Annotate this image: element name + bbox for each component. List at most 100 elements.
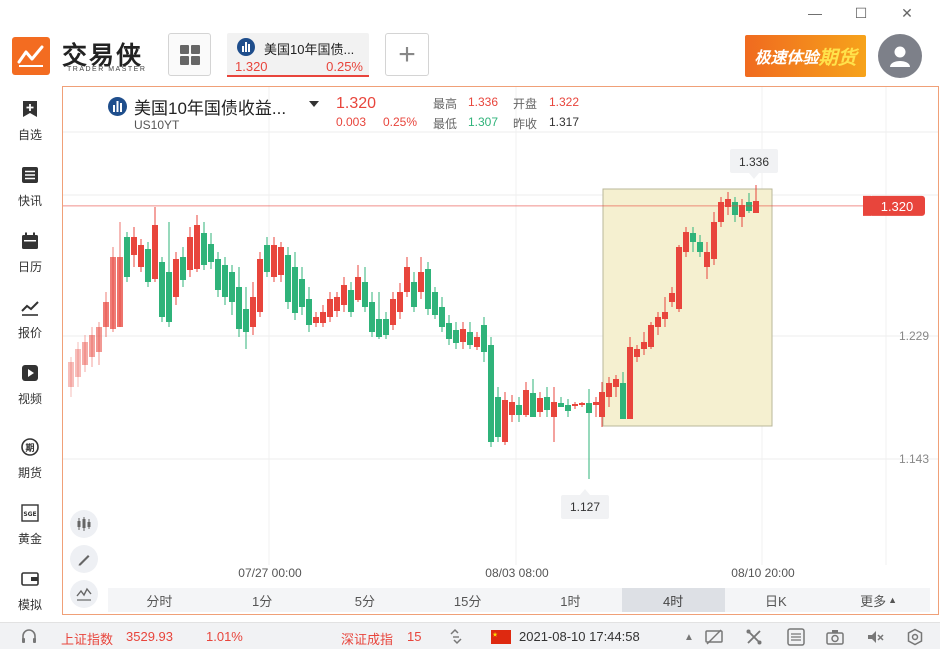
open-value: 1.322 <box>549 95 580 109</box>
period-bar: 分时 1分 5分 15分 1时 4时 日K 更多 ▲ <box>108 588 930 612</box>
low-marker-label: 1.127 <box>570 500 600 514</box>
sge-icon: SGE <box>21 504 39 522</box>
promo-text-b: 期货 <box>818 47 857 69</box>
candle-body <box>516 405 522 415</box>
candle-body <box>565 405 571 411</box>
list-icon <box>21 166 39 184</box>
period-timeshare[interactable]: 分时 <box>108 588 211 612</box>
camera-icon[interactable] <box>826 628 844 646</box>
candle-body <box>306 299 312 325</box>
symbol-dropdown-icon[interactable] <box>309 101 319 107</box>
period-5m[interactable]: 5分 <box>314 588 417 612</box>
close-button[interactable]: ✕ <box>884 4 930 22</box>
period-15m[interactable]: 15分 <box>416 588 519 612</box>
headset-icon[interactable] <box>20 628 38 646</box>
candle-body <box>215 259 221 290</box>
user-avatar[interactable] <box>878 34 922 78</box>
candle-body <box>704 252 710 267</box>
candle-body <box>425 269 431 309</box>
candle-body <box>586 403 592 413</box>
period-more-label: 更多 <box>860 593 887 609</box>
candle-body <box>523 390 529 415</box>
candle-body <box>82 342 88 365</box>
candle-body <box>732 202 738 215</box>
screen-icon[interactable] <box>705 628 723 646</box>
candle-body <box>634 349 640 357</box>
sidebar-item-gold[interactable]: SGE 黄金 <box>0 504 60 547</box>
index1-name: 上证指数 <box>61 632 114 647</box>
candle-body <box>530 393 536 417</box>
indicator-icon <box>76 587 92 601</box>
futures-icon: 期 <box>21 438 39 456</box>
candle-body <box>124 237 130 277</box>
caret-up-icon: ▲ <box>888 595 898 605</box>
candle-body <box>299 279 305 307</box>
sidebar-item-label: 自选 <box>17 128 42 142</box>
symbol-code: US10YT <box>134 118 180 132</box>
sidebar-item-news[interactable]: 快讯 <box>0 166 60 209</box>
sidebar-item-label: 快讯 <box>17 194 42 208</box>
x-tick-label: 07/27 00:00 <box>238 566 302 580</box>
candle-body <box>250 297 256 327</box>
bond-icon <box>237 38 255 56</box>
play-icon <box>21 364 39 382</box>
tab-us10y[interactable]: 美国10年国债... 1.320 0.25% <box>227 33 369 77</box>
candle-body <box>110 257 116 329</box>
tools-icon[interactable] <box>745 628 763 646</box>
menu-icon[interactable] <box>787 628 805 646</box>
sidebar-item-futures[interactable]: 期 期货 <box>0 438 60 481</box>
candle-body <box>474 337 480 347</box>
collapse-up-icon[interactable]: ▲ <box>680 628 698 646</box>
candle-body <box>278 247 284 275</box>
settings-icon[interactable] <box>906 628 924 646</box>
candle-body <box>439 307 445 327</box>
quote-change: 0.003 <box>336 115 367 129</box>
candle-body <box>383 319 389 335</box>
symbol-name[interactable]: 美国10年国债收益... <box>134 94 286 119</box>
status-bar: 上证指数 3529.93 1.01% 深证成指 15 2021-08-10 17… <box>0 622 940 649</box>
datetime: 2021-08-10 17:44:58 <box>519 629 640 644</box>
add-tab-button[interactable]: + <box>385 33 429 76</box>
candle-body <box>75 349 81 377</box>
mute-icon[interactable] <box>866 628 884 646</box>
minimize-button[interactable]: — <box>792 4 838 22</box>
grid-icon <box>179 44 200 65</box>
sidebar-item-simulate[interactable]: 模拟 <box>0 570 60 613</box>
grid-layout-button[interactable] <box>168 33 211 76</box>
promo-banner[interactable]: 极速体验 期货 <box>745 35 866 77</box>
candle-body <box>159 262 165 317</box>
sidebar-item-label: 报价 <box>17 326 42 340</box>
candle-body <box>355 277 361 300</box>
period-daily[interactable]: 日K <box>725 588 828 612</box>
candle-body <box>753 201 759 213</box>
candle-body <box>397 292 403 312</box>
sidebar-item-quotes[interactable]: 报价 <box>0 298 60 341</box>
period-1h[interactable]: 1时 <box>519 588 622 612</box>
sidebar-item-calendar[interactable]: 日历 <box>0 232 60 275</box>
candle-body <box>446 323 452 339</box>
candle-body <box>222 265 228 297</box>
candle-body <box>264 245 270 272</box>
candle-body <box>138 245 144 267</box>
period-more[interactable]: 更多 ▲ <box>827 588 930 612</box>
indicator-button[interactable] <box>70 580 98 608</box>
candle-body <box>662 312 668 319</box>
candle-body <box>418 272 424 292</box>
period-1m[interactable]: 1分 <box>211 588 314 612</box>
tab-percent: 0.25% <box>326 59 363 74</box>
period-4h[interactable]: 4时 <box>621 588 725 612</box>
sidebar-item-watchlist[interactable]: 自选 <box>0 100 60 143</box>
high-marker-label: 1.336 <box>739 155 769 169</box>
logo-icon <box>12 37 50 75</box>
candle-body <box>152 225 158 279</box>
promo-text-a: 极速体验 <box>754 50 819 67</box>
sidebar-item-video[interactable]: 视频 <box>0 364 60 407</box>
candle-style-button[interactable] <box>70 510 98 538</box>
candlestick-chart[interactable]: 1.320 1.229 1.143 07/27 00:00 08/03 08:00 08/… <box>63 87 938 587</box>
maximize-button[interactable]: ☐ <box>838 4 884 22</box>
x-tick-label: 08/10 20:00 <box>731 566 795 580</box>
link-icon[interactable] <box>447 628 465 646</box>
candle-body <box>488 345 494 442</box>
sidebar-item-label: 期货 <box>17 466 42 480</box>
draw-tool-button[interactable] <box>70 545 98 573</box>
